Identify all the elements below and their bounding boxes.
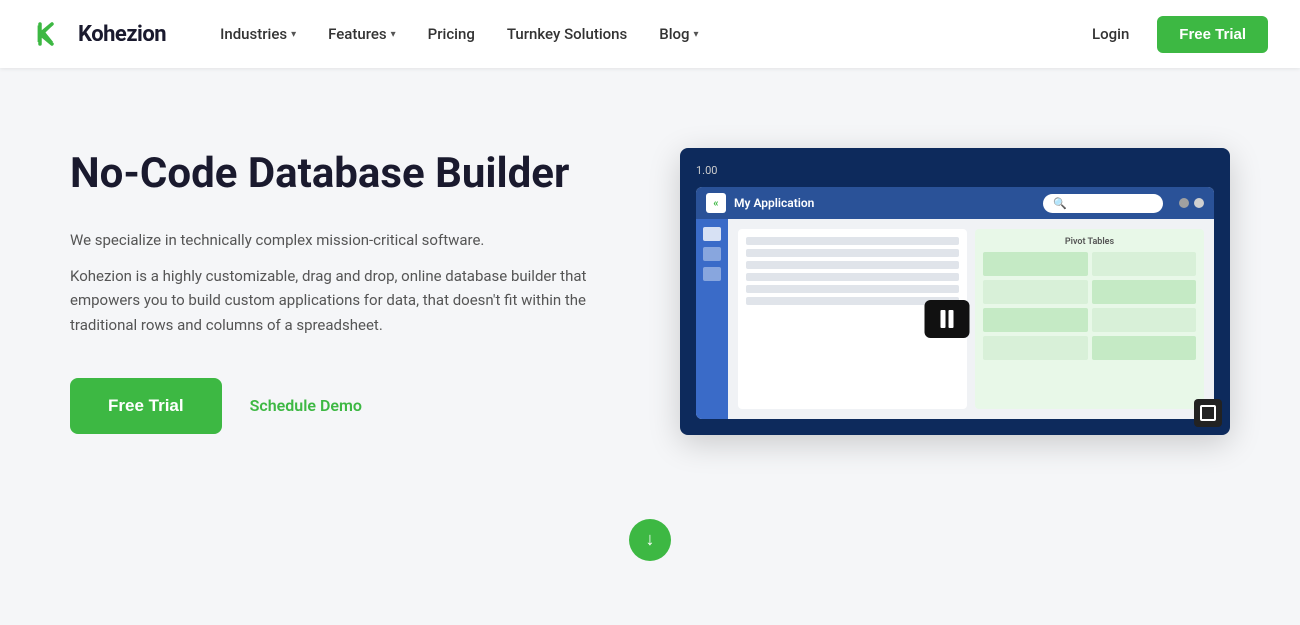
nav-item-turnkey[interactable]: Turnkey Solutions [493,17,641,51]
nav-free-trial-button[interactable]: Free Trial [1157,16,1268,53]
scroll-indicator: ↓ [0,495,1300,571]
logo[interactable]: K « Kohezion [32,16,166,52]
app-content: Pivot Tables [728,219,1214,419]
sidebar-icon-1 [703,227,721,241]
fullscreen-icon[interactable] [1194,399,1222,427]
hero-section: No-Code Database Builder We specialize i… [30,68,1270,495]
pivot-cell [1092,252,1197,276]
app-search: 🔍 [1043,194,1163,213]
content-panel-pivot: Pivot Tables [975,229,1204,409]
pause-button[interactable] [924,300,969,338]
pivot-cell [1092,308,1197,332]
app-titlebar: « My Application 🔍 [696,187,1214,219]
fullscreen-inner [1200,405,1216,421]
schedule-demo-link[interactable]: Schedule Demo [250,396,362,415]
table-row-mock [746,249,959,257]
table-row-mock [746,273,959,281]
scroll-arrow-icon: ↓ [646,531,655,549]
pivot-cell [983,336,1088,360]
video-container: 1.00 « My Application 🔍 [680,148,1230,435]
nav-item-industries[interactable]: Industries ▾ [206,17,310,51]
pause-bar-left [940,310,945,328]
pivot-cell [983,308,1088,332]
pause-icon [940,310,953,328]
logo-icon: K « [32,16,68,52]
hero-left: No-Code Database Builder We specialize i… [70,149,620,434]
nav-right: Login Free Trial [1080,16,1268,53]
maximize-icon [1194,198,1204,208]
login-button[interactable]: Login [1080,17,1141,51]
pivot-cell [983,280,1088,304]
hero-title: No-Code Database Builder [70,149,620,199]
pivot-label: Pivot Tables [983,237,1196,247]
pivot-cell [1092,336,1197,360]
pivot-cell [983,252,1088,276]
nav-item-blog[interactable]: Blog ▾ [645,17,712,51]
brand-name: Kohezion [78,22,166,47]
app-window-controls [1179,198,1204,208]
navbar: K « Kohezion Industries ▾ Features ▾ Pri… [0,0,1300,68]
app-sidebar [696,219,728,419]
sidebar-icon-3 [703,267,721,281]
scroll-down-button[interactable]: ↓ [629,519,671,561]
app-title: My Application [734,196,1035,210]
hero-description-2: Kohezion is a highly customizable, drag … [70,264,620,338]
pause-bar-right [948,310,953,328]
app-window: « My Application 🔍 [696,187,1214,419]
nav-item-pricing[interactable]: Pricing [414,17,489,51]
table-row-mock [746,261,959,269]
chevron-down-icon: ▾ [291,29,296,40]
pivot-cell [1092,280,1197,304]
chevron-down-icon: ▾ [391,29,396,40]
nav-item-features[interactable]: Features ▾ [314,17,410,51]
video-timestamp: 1.00 [696,164,1214,177]
hero-actions: Free Trial Schedule Demo [70,378,620,434]
table-row-mock [746,285,959,293]
pivot-grid [983,252,1196,360]
table-row-mock [746,237,959,245]
chevron-down-icon: ▾ [694,29,699,40]
sidebar-icon-2 [703,247,721,261]
hero-description-1: We specialize in technically complex mis… [70,228,620,252]
app-body: Pivot Tables [696,219,1214,419]
app-logo-small: « [706,193,726,213]
hero-free-trial-button[interactable]: Free Trial [70,378,222,434]
hero-right: 1.00 « My Application 🔍 [680,148,1230,435]
nav-links: Industries ▾ Features ▾ Pricing Turnkey … [206,17,1080,51]
minimize-icon [1179,198,1189,208]
